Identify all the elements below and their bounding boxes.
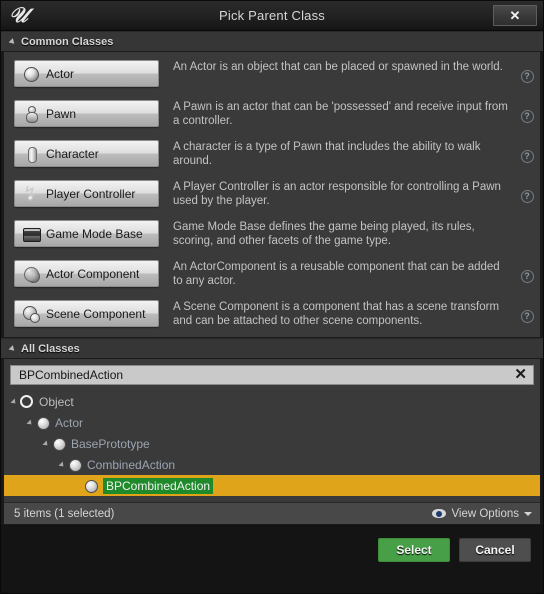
page-title: Pick Parent Class bbox=[219, 8, 325, 23]
title-bar: 𝒰 Pick Parent Class ✕ bbox=[1, 1, 543, 31]
section-title: All Classes bbox=[21, 342, 80, 355]
solid-sphere-icon bbox=[84, 479, 98, 493]
tree-row[interactable]: Object bbox=[4, 391, 540, 412]
item-count-label: 5 items (1 selected) bbox=[14, 507, 115, 520]
tree-row[interactable]: CombinedAction bbox=[4, 454, 540, 475]
all-classes-panel: BPCombinedAction ✕ Object Actor BaseProtot… bbox=[3, 358, 541, 525]
solid-sphere-icon bbox=[36, 416, 50, 430]
game-mode-base-icon bbox=[23, 226, 41, 242]
help-icon[interactable]: ? bbox=[514, 96, 540, 136]
tree-row[interactable]: BasePrototype bbox=[4, 433, 540, 454]
class-button-label: Actor Component bbox=[46, 266, 140, 281]
pawn-icon bbox=[23, 105, 39, 123]
tree-item-label: Actor bbox=[55, 415, 84, 430]
common-class-row: Actor Component An ActorComponent is a re… bbox=[4, 256, 540, 296]
class-description: A Scene Component is a component that ha… bbox=[173, 301, 500, 327]
close-button[interactable]: ✕ bbox=[493, 5, 537, 26]
class-description: A character is a type of Pawn that inclu… bbox=[173, 141, 481, 167]
section-header-all-classes[interactable]: All Classes bbox=[1, 338, 543, 358]
tree-row[interactable]: Actor bbox=[4, 412, 540, 433]
question-mark-icon: ? bbox=[520, 269, 534, 283]
class-button-player-controller[interactable]: Player Controller bbox=[14, 180, 159, 207]
class-button-character[interactable]: Character bbox=[14, 140, 159, 167]
class-button-label: Player Controller bbox=[46, 186, 136, 201]
class-button-label: Game Mode Base bbox=[46, 226, 143, 241]
solid-sphere-icon bbox=[52, 437, 66, 451]
eye-icon bbox=[432, 509, 447, 518]
hollow-circle-icon bbox=[20, 395, 33, 408]
common-class-row: Game Mode Base Game Mode Base defines the… bbox=[4, 216, 540, 256]
common-classes-panel: Actor An Actor is an object that can be p… bbox=[3, 51, 541, 338]
dialog-footer: Select Cancel bbox=[1, 525, 543, 593]
class-description: Game Mode Base defines the game being pl… bbox=[173, 221, 475, 247]
help-icon: ? bbox=[514, 216, 540, 256]
unreal-engine-logo-icon: 𝒰 bbox=[9, 3, 28, 27]
search-input[interactable]: BPCombinedAction ✕ bbox=[10, 365, 534, 385]
question-mark-icon: ? bbox=[520, 149, 534, 163]
status-bar: 5 items (1 selected) View Options bbox=[4, 502, 540, 524]
help-icon[interactable]: ? bbox=[514, 136, 540, 176]
class-button-pawn[interactable]: Pawn bbox=[14, 100, 159, 127]
common-class-row: Actor An Actor is an object that can be p… bbox=[4, 56, 540, 96]
chevron-down-icon[interactable] bbox=[10, 397, 18, 406]
tree-item-label: CombinedAction bbox=[87, 457, 176, 472]
class-description: An ActorComponent is a reusable componen… bbox=[173, 261, 500, 287]
question-mark-icon: ? bbox=[520, 189, 534, 203]
cancel-button[interactable]: Cancel bbox=[459, 538, 531, 562]
scene-component-icon bbox=[23, 305, 40, 323]
common-class-row: Scene Component A Scene Component is a co… bbox=[4, 296, 540, 336]
clear-search-icon[interactable]: ✕ bbox=[514, 367, 527, 382]
dialog-body: Common Classes Actor An Actor is an objec… bbox=[1, 31, 543, 593]
question-mark-icon: ? bbox=[520, 69, 534, 83]
filter-wrapper: BPCombinedAction ✕ bbox=[4, 359, 540, 389]
chevron-down-icon bbox=[8, 37, 17, 46]
class-description: A Player Controller is an actor responsi… bbox=[173, 181, 501, 207]
pick-parent-class-dialog: 𝒰 Pick Parent Class ✕ Common Classes Act… bbox=[0, 0, 544, 594]
close-icon: ✕ bbox=[509, 7, 521, 23]
view-options-label: View Options bbox=[451, 507, 519, 520]
search-input-value: BPCombinedAction bbox=[19, 368, 124, 382]
tree-item-label: BPCombinedAction bbox=[103, 477, 214, 494]
tree-item-label: Object bbox=[39, 394, 74, 409]
tree-item-label: BasePrototype bbox=[71, 436, 150, 451]
class-button-actor[interactable]: Actor bbox=[14, 60, 159, 87]
question-mark-icon: ? bbox=[520, 109, 534, 123]
help-icon[interactable]: ? bbox=[514, 256, 540, 296]
help-icon[interactable]: ? bbox=[514, 176, 540, 216]
class-button-label: Pawn bbox=[46, 106, 77, 121]
view-options-button[interactable]: View Options bbox=[432, 508, 532, 520]
common-class-row: Character A character is a type of Pawn t… bbox=[4, 136, 540, 176]
actor-sphere-icon bbox=[23, 66, 39, 82]
help-icon[interactable]: ? bbox=[514, 296, 540, 336]
class-description: A Pawn is an actor that can be 'possesse… bbox=[173, 101, 508, 127]
class-description: An Actor is an object that can be placed… bbox=[173, 61, 503, 73]
chevron-down-icon bbox=[8, 344, 17, 353]
class-button-actor-component[interactable]: Actor Component bbox=[14, 260, 159, 287]
chevron-down-icon[interactable] bbox=[42, 439, 50, 448]
chevron-down-icon[interactable] bbox=[26, 418, 34, 427]
select-button[interactable]: Select bbox=[378, 538, 450, 562]
actor-component-icon bbox=[23, 266, 40, 283]
common-class-row: Pawn A Pawn is an actor that can be 'poss… bbox=[4, 96, 540, 136]
class-button-label: Character bbox=[46, 146, 99, 161]
section-title: Common Classes bbox=[21, 35, 114, 48]
common-class-row: Player Controller A Player Controller is … bbox=[4, 176, 540, 216]
tree-row[interactable]: BPCombinedAction bbox=[4, 475, 540, 496]
section-header-common-classes[interactable]: Common Classes bbox=[1, 31, 543, 51]
chevron-down-icon bbox=[524, 511, 532, 516]
class-tree: Object Actor BasePrototype CombinedAction BP… bbox=[4, 389, 540, 502]
class-button-scene-component[interactable]: Scene Component bbox=[14, 300, 159, 327]
class-button-game-mode-base[interactable]: Game Mode Base bbox=[14, 220, 159, 247]
class-button-label: Scene Component bbox=[46, 306, 146, 321]
solid-sphere-icon bbox=[68, 458, 82, 472]
character-icon bbox=[23, 146, 39, 163]
player-controller-icon bbox=[23, 186, 39, 202]
question-mark-icon: ? bbox=[520, 309, 534, 323]
chevron-down-icon[interactable] bbox=[58, 460, 66, 469]
help-icon[interactable]: ? bbox=[514, 56, 540, 96]
class-button-label: Actor bbox=[46, 66, 75, 81]
